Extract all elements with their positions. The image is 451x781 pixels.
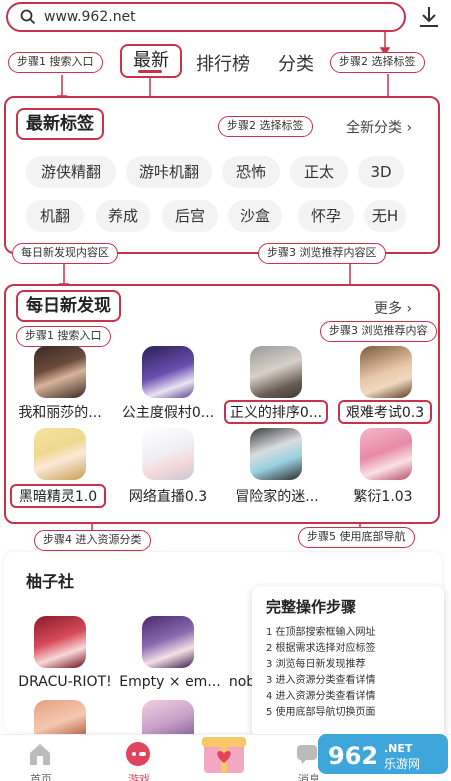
game-thumbnail-icon[interactable] (34, 700, 86, 734)
step3-browse-callout-b: 步骤3 浏览推荐内容 (320, 321, 437, 342)
nav-home[interactable] (28, 741, 52, 767)
all-categories-link[interactable]: 全新分类 › (346, 117, 412, 137)
tag-item[interactable]: 无H (364, 200, 406, 232)
chevron-right-icon: › (406, 301, 413, 317)
doll-face-icon[interactable] (360, 346, 412, 398)
nav-gift[interactable] (200, 727, 248, 775)
pink-hair-girl-icon[interactable] (360, 428, 412, 480)
tag-item[interactable]: 机翻 (26, 200, 84, 232)
tag-item[interactable]: 沙盒 (228, 200, 282, 232)
guide-title: 完整操作步骤 (266, 598, 357, 616)
chevron-right-icon: › (406, 120, 413, 136)
step5-nav-callout: 步骤5 使用底部导航 (298, 527, 415, 548)
nav-game[interactable] (125, 741, 151, 767)
svg-text:.NET: .NET (384, 742, 413, 755)
step2-tag-callout-b: 步骤2 选择标签 (218, 116, 313, 137)
tag-item[interactable]: 恐怖 (222, 156, 280, 188)
tab-ranking[interactable]: 排行榜 (196, 50, 250, 76)
tag-item[interactable]: 怀孕 (298, 200, 354, 232)
step2-tag-callout: 步骤2 选择标签 (330, 52, 425, 73)
tag-item[interactable]: 正太 (290, 156, 348, 188)
962-watermark-logo: 962 .NET 乐游网 (318, 734, 448, 774)
tag-item[interactable]: 养成 (96, 200, 150, 232)
nav-message-label[interactable]: 消息 (298, 771, 320, 781)
search-icon (20, 9, 36, 25)
search-input[interactable]: www.962.net (44, 9, 136, 25)
guide-item: 3 进入资源分类查看详情 (266, 675, 376, 686)
game-name[interactable]: 繁衍1.03 (340, 486, 426, 506)
daily-area-callout: 每日新发现内容区 (12, 243, 118, 264)
guide-item: 3 浏览每日新发现推荐 (266, 659, 366, 670)
tab-category[interactable]: 分类 (278, 50, 314, 76)
game-name[interactable]: 冒险家的迷... (226, 486, 328, 506)
download-icon[interactable] (416, 4, 442, 30)
game-name[interactable]: DRACU-RIOT! (10, 674, 120, 690)
game-name[interactable]: 艰难考试0.3 (338, 400, 432, 424)
step4-resource-callout: 步骤4 进入资源分类 (34, 530, 151, 551)
gamepad-icon (126, 742, 150, 766)
guide-item: 1 在顶部搜索框输入网址 (266, 627, 376, 638)
white-hair-character-icon[interactable] (142, 346, 194, 398)
game-name[interactable]: 正义的排序0... (224, 400, 328, 424)
step1-search-callout: 步骤1 搜索入口 (8, 52, 103, 73)
tag-item[interactable]: 游侠精翻 (26, 156, 116, 188)
more-label: 更多 (374, 301, 402, 317)
tab-active-indicator (138, 70, 162, 73)
tag-item[interactable]: 游咔机翻 (126, 156, 212, 188)
nav-home-label[interactable]: 首页 (30, 771, 52, 781)
all-categories-label: 全新分类 (346, 120, 402, 136)
game-name[interactable]: 黑暗精灵1.0 (10, 484, 106, 508)
game-thumbnail-icon[interactable] (142, 700, 194, 734)
latest-tags-title: 最新标签 (16, 108, 104, 140)
game-name[interactable]: 网络直播0.3 (116, 486, 220, 506)
woman-portrait-icon[interactable] (34, 346, 86, 398)
operation-guide-card: 完整操作步骤 1 在顶部搜索框输入网址 2 根据需求选择对应标签 3 浏览每日新… (252, 586, 444, 738)
guide-item: 5 使用底部导航切换页面 (266, 707, 376, 718)
silver-hair-girl-icon[interactable] (250, 428, 302, 480)
purple-hair-girl-icon[interactable] (142, 616, 194, 668)
blonde-elf-icon[interactable] (34, 428, 86, 480)
gift-icon (202, 737, 246, 773)
svg-text:962: 962 (328, 742, 378, 770)
step3-browse-callout: 步骤3 浏览推荐内容区 (258, 243, 386, 264)
game-name[interactable]: Empty × em... (118, 674, 222, 690)
step1-search-callout-b: 步骤1 搜索入口 (16, 326, 111, 347)
guide-item: 4 进入资源分类查看详情 (266, 691, 376, 702)
red-hair-girl-icon[interactable] (34, 616, 86, 668)
nav-message[interactable] (296, 743, 318, 765)
game-name[interactable]: 我和丽莎的... (10, 402, 110, 422)
nav-game-label[interactable]: 游戏 (128, 771, 150, 781)
tag-item[interactable]: 后宫 (162, 200, 218, 232)
yuzu-title: 柚子社 (26, 572, 75, 591)
home-icon (30, 744, 50, 765)
message-icon (297, 745, 317, 764)
guide-item: 2 根据需求选择对应标签 (266, 643, 376, 654)
tag-item[interactable]: 3D (358, 156, 404, 188)
woman-3d-icon[interactable] (250, 346, 302, 398)
daily-title: 每日新发现 (16, 290, 121, 322)
svg-text:乐游网: 乐游网 (384, 757, 420, 771)
game-name[interactable]: 公主度假村0... (116, 402, 220, 422)
search-bar[interactable]: www.962.net (6, 2, 406, 32)
more-link[interactable]: 更多 › (374, 298, 412, 318)
white-hair-girl-icon[interactable] (142, 428, 194, 480)
